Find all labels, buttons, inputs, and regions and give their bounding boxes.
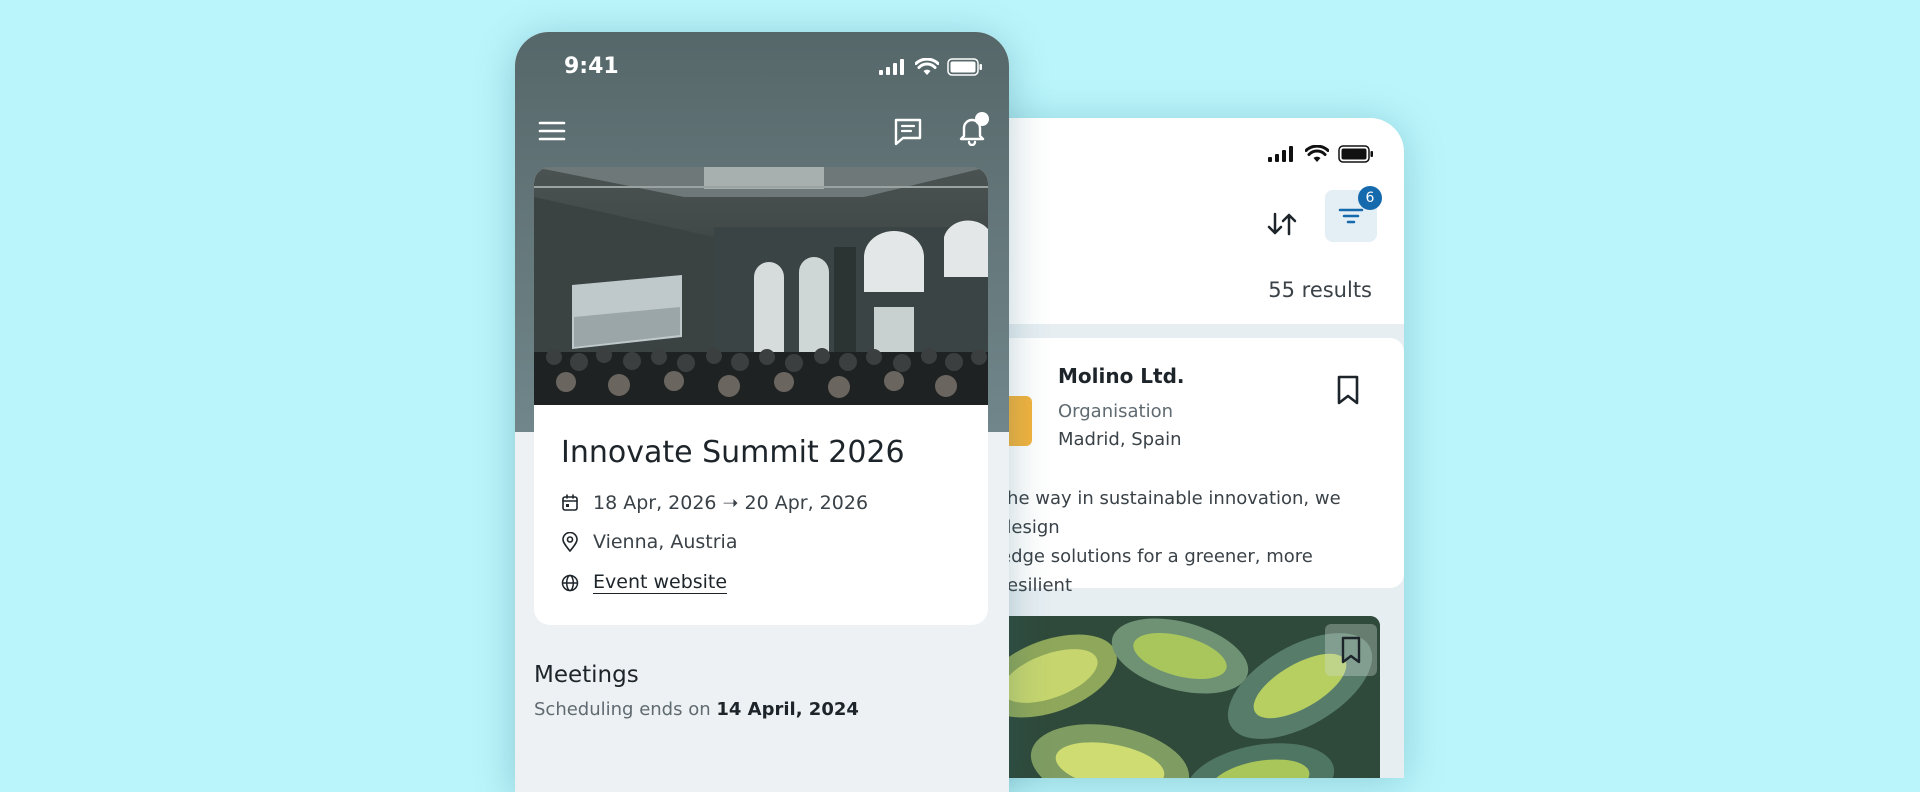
event-dates-row: 18 Apr, 2026 ➝ 20 Apr, 2026	[561, 492, 868, 514]
wifi-icon	[1305, 145, 1329, 162]
event-title: Innovate Summit 2026	[561, 435, 905, 470]
search-results-phone: 6 55 results Molino Ltd. Organisation Ma…	[960, 118, 1404, 778]
bookmark-icon	[1341, 636, 1361, 664]
organisation-description: the way in sustainable innovation, we de…	[1000, 484, 1380, 600]
sort-button[interactable]	[1262, 204, 1302, 244]
meetings-subtitle: Scheduling ends on 14 April, 2024	[534, 699, 859, 720]
wifi-icon	[915, 58, 939, 75]
messages-button[interactable]	[889, 112, 927, 150]
menu-button[interactable]	[535, 114, 569, 148]
bookmark-button[interactable]	[1335, 374, 1361, 410]
meetings-deadline: 14 April, 2024	[716, 699, 859, 720]
notification-dot	[975, 112, 989, 126]
organisation-location: Madrid, Spain	[1058, 429, 1182, 450]
hamburger-icon	[538, 121, 566, 141]
event-card: Innovate Summit 2026 18 Apr, 2026 ➝ 20 A…	[534, 167, 988, 625]
filter-icon	[1338, 208, 1364, 224]
bookmark-icon	[1337, 375, 1359, 405]
card-image-plants	[990, 616, 1380, 778]
event-location-row: Vienna, Austria	[561, 531, 737, 553]
bookmark-button[interactable]	[1325, 624, 1377, 676]
event-website-link[interactable]: Event website	[593, 571, 728, 594]
battery-icon	[947, 58, 982, 76]
signal-icon	[1268, 146, 1293, 162]
event-website-row[interactable]: Event website	[561, 571, 728, 594]
description-line: the way in sustainable innovation, we de…	[1000, 488, 1341, 538]
location-pin-icon	[562, 532, 578, 552]
organisation-type: Organisation	[1058, 401, 1174, 422]
event-dates: 18 Apr, 2026 ➝ 20 Apr, 2026	[593, 492, 869, 514]
results-count: 55 results	[1268, 278, 1372, 302]
organisation-name: Molino Ltd.	[1058, 364, 1185, 388]
battery-icon	[1338, 145, 1373, 163]
calendar-icon	[562, 494, 578, 511]
description-line: edge solutions for a greener, more resil…	[1000, 546, 1313, 596]
status-bar	[879, 58, 983, 76]
meetings-subtitle-prefix: Scheduling ends on	[534, 699, 711, 720]
chat-icon	[894, 118, 922, 146]
status-time: 9:41	[564, 54, 619, 79]
filter-count-badge: 6	[1358, 186, 1382, 210]
event-detail-phone: 9:41 Innovate Summit 2026 18 Apr, 2026 ➝…	[515, 32, 1009, 792]
event-location: Vienna, Austria	[593, 531, 738, 553]
meetings-title: Meetings	[534, 662, 639, 688]
status-bar	[1268, 145, 1374, 163]
event-photo	[534, 167, 988, 405]
sort-arrows-icon	[1267, 212, 1297, 236]
signal-icon	[879, 59, 904, 75]
globe-icon	[561, 574, 579, 591]
